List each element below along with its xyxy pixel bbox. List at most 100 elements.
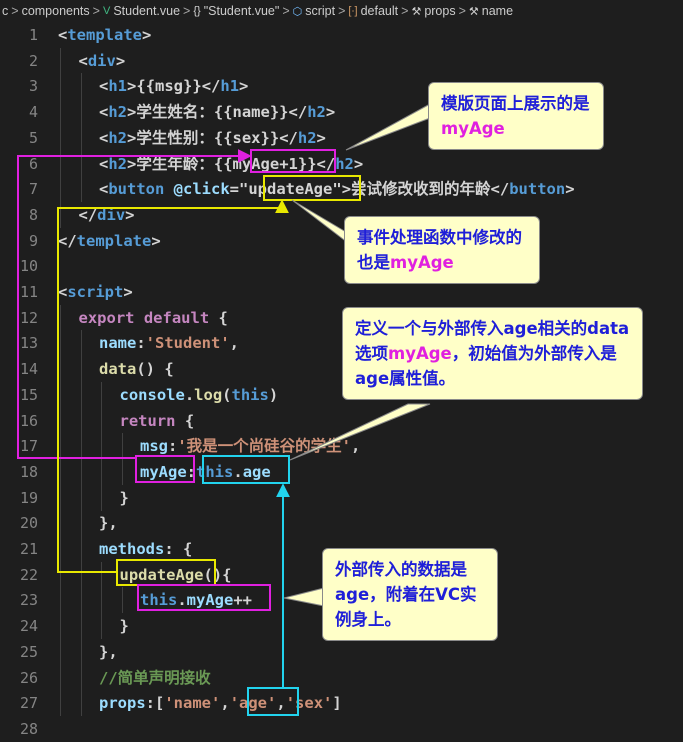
code-content: </template> bbox=[58, 228, 161, 254]
code-line[interactable]: 7 <button @click="updateAge">尝试修改收到的年龄</b… bbox=[0, 176, 683, 203]
breadcrumb-item[interactable]: components bbox=[22, 4, 90, 18]
code-token: : { bbox=[164, 540, 193, 558]
code-token: > bbox=[142, 26, 152, 44]
code-token: script bbox=[67, 283, 124, 301]
code-content: } bbox=[120, 485, 129, 511]
code-token: . bbox=[184, 385, 195, 404]
line-number: 19 bbox=[19, 488, 38, 507]
code-line[interactable]: 9 </template> bbox=[0, 228, 683, 254]
breadcrumb-item[interactable]: c bbox=[2, 4, 8, 18]
code-line[interactable]: 6 <h2>学生年龄：{{myAge+1}}</h2> bbox=[0, 150, 683, 177]
code-token: . bbox=[233, 462, 243, 481]
indent-guide bbox=[101, 407, 102, 434]
breadcrumb-item[interactable]: name bbox=[482, 4, 513, 18]
indent-guide bbox=[60, 458, 61, 485]
breadcrumb-separator: > bbox=[282, 4, 290, 18]
code-token: > bbox=[115, 51, 126, 70]
indent-guide bbox=[60, 150, 61, 177]
code-token: > bbox=[127, 103, 137, 122]
code-token: < bbox=[58, 283, 68, 301]
code-line[interactable]: 25}, bbox=[0, 638, 683, 665]
code-content: <script> bbox=[58, 279, 133, 305]
wrench-icon: ⚒ bbox=[411, 5, 422, 18]
code-line[interactable]: 27 props:['name','age','sex'] bbox=[0, 690, 683, 717]
code-line[interactable]: 11 <script> bbox=[0, 279, 683, 305]
line-number: 16 bbox=[19, 411, 38, 430]
wrench-icon: ⚒ bbox=[468, 5, 479, 18]
code-line[interactable]: 16 return { bbox=[0, 407, 683, 434]
indent-guide bbox=[101, 458, 102, 485]
indent-guide bbox=[60, 381, 61, 408]
code-token: < bbox=[78, 51, 88, 70]
code-token: { bbox=[209, 308, 228, 327]
breadcrumb-item[interactable]: Student.vue bbox=[113, 4, 180, 18]
callout-handler-modify: 事件处理函数中修改的也是myAge bbox=[344, 216, 540, 284]
code-token: ( bbox=[222, 385, 232, 404]
code-token: 学生性别：{{sex}} bbox=[136, 128, 280, 147]
breadcrumb-separator: > bbox=[11, 4, 19, 18]
code-token: : bbox=[136, 334, 146, 353]
code-line[interactable]: 19} bbox=[0, 484, 683, 511]
breadcrumb-item[interactable]: script bbox=[305, 4, 335, 18]
breadcrumb-item[interactable]: "Student.vue" bbox=[204, 4, 280, 18]
indent-guide bbox=[60, 304, 61, 331]
code-token: button bbox=[108, 180, 165, 199]
indent-guide bbox=[80, 356, 82, 383]
line-number: 27 bbox=[19, 694, 38, 713]
indent-guide bbox=[101, 561, 102, 588]
indent-guide bbox=[121, 458, 123, 485]
code-token: > bbox=[325, 103, 336, 122]
code-token: > bbox=[123, 283, 133, 301]
breadcrumb-separator: > bbox=[338, 4, 346, 18]
indent-guide bbox=[80, 381, 82, 408]
code-token: </ bbox=[58, 231, 77, 250]
code-content: <h2>学生姓名：{{name}}</h2> bbox=[99, 99, 335, 125]
breadcrumb[interactable]: c > components > V Student.vue >{} "Student.vue… bbox=[0, 0, 683, 22]
breadcrumb-item[interactable]: props bbox=[424, 4, 455, 18]
breadcrumb-item[interactable]: default bbox=[361, 4, 399, 18]
code-line[interactable]: 8 </div> bbox=[0, 201, 683, 228]
code-line[interactable]: 28 bbox=[0, 716, 683, 742]
code-token: h2 bbox=[307, 103, 326, 122]
indent-guide bbox=[60, 407, 61, 434]
code-content: console.log(this) bbox=[120, 382, 279, 408]
code-token: h2 bbox=[108, 154, 128, 173]
indent-guide bbox=[60, 433, 61, 460]
code-line[interactable]: 2 <div> bbox=[0, 47, 683, 74]
code-token: , bbox=[220, 694, 230, 713]
bracket-icon: [∙] bbox=[348, 5, 358, 17]
indent-guide bbox=[60, 176, 61, 203]
code-content: return { bbox=[120, 408, 195, 434]
code-line[interactable]: 18 myAge:this.age bbox=[0, 458, 683, 485]
code-line[interactable]: 10 bbox=[0, 253, 683, 279]
indent-guide bbox=[60, 638, 61, 665]
code-content: <div> bbox=[79, 48, 126, 74]
code-content: <template> bbox=[58, 22, 151, 48]
indent-guide bbox=[101, 484, 102, 511]
code-token: log bbox=[194, 385, 223, 404]
code-token: button bbox=[509, 180, 566, 199]
code-line[interactable]: 1 <template> bbox=[0, 22, 683, 48]
code-content: this.myAge++ bbox=[140, 587, 252, 613]
code-token: , bbox=[351, 437, 361, 456]
indent-guide bbox=[121, 587, 123, 614]
line-number: 8 bbox=[28, 205, 38, 224]
line-number: 26 bbox=[19, 668, 38, 687]
code-content: } bbox=[120, 613, 129, 639]
code-token: , bbox=[229, 334, 240, 353]
indent-guide bbox=[80, 73, 82, 100]
code-token: }} bbox=[297, 154, 317, 173]
line-number: 17 bbox=[19, 437, 38, 456]
code-token: </ bbox=[78, 205, 98, 224]
line-number: 12 bbox=[19, 308, 38, 327]
line-number: 4 bbox=[28, 103, 38, 122]
code-line[interactable]: 17 msg:'我是一个尚硅谷的学生', bbox=[0, 433, 683, 460]
code-token: name bbox=[99, 334, 137, 353]
code-token: </ bbox=[288, 103, 308, 122]
code-token: h1 bbox=[220, 77, 240, 96]
code-line[interactable]: 20}, bbox=[0, 510, 683, 537]
indent-guide bbox=[60, 664, 61, 691]
code-line[interactable]: 26 //简单声明接收 bbox=[0, 664, 683, 691]
code-token: { bbox=[175, 411, 195, 430]
code-content: data() { bbox=[99, 356, 174, 382]
